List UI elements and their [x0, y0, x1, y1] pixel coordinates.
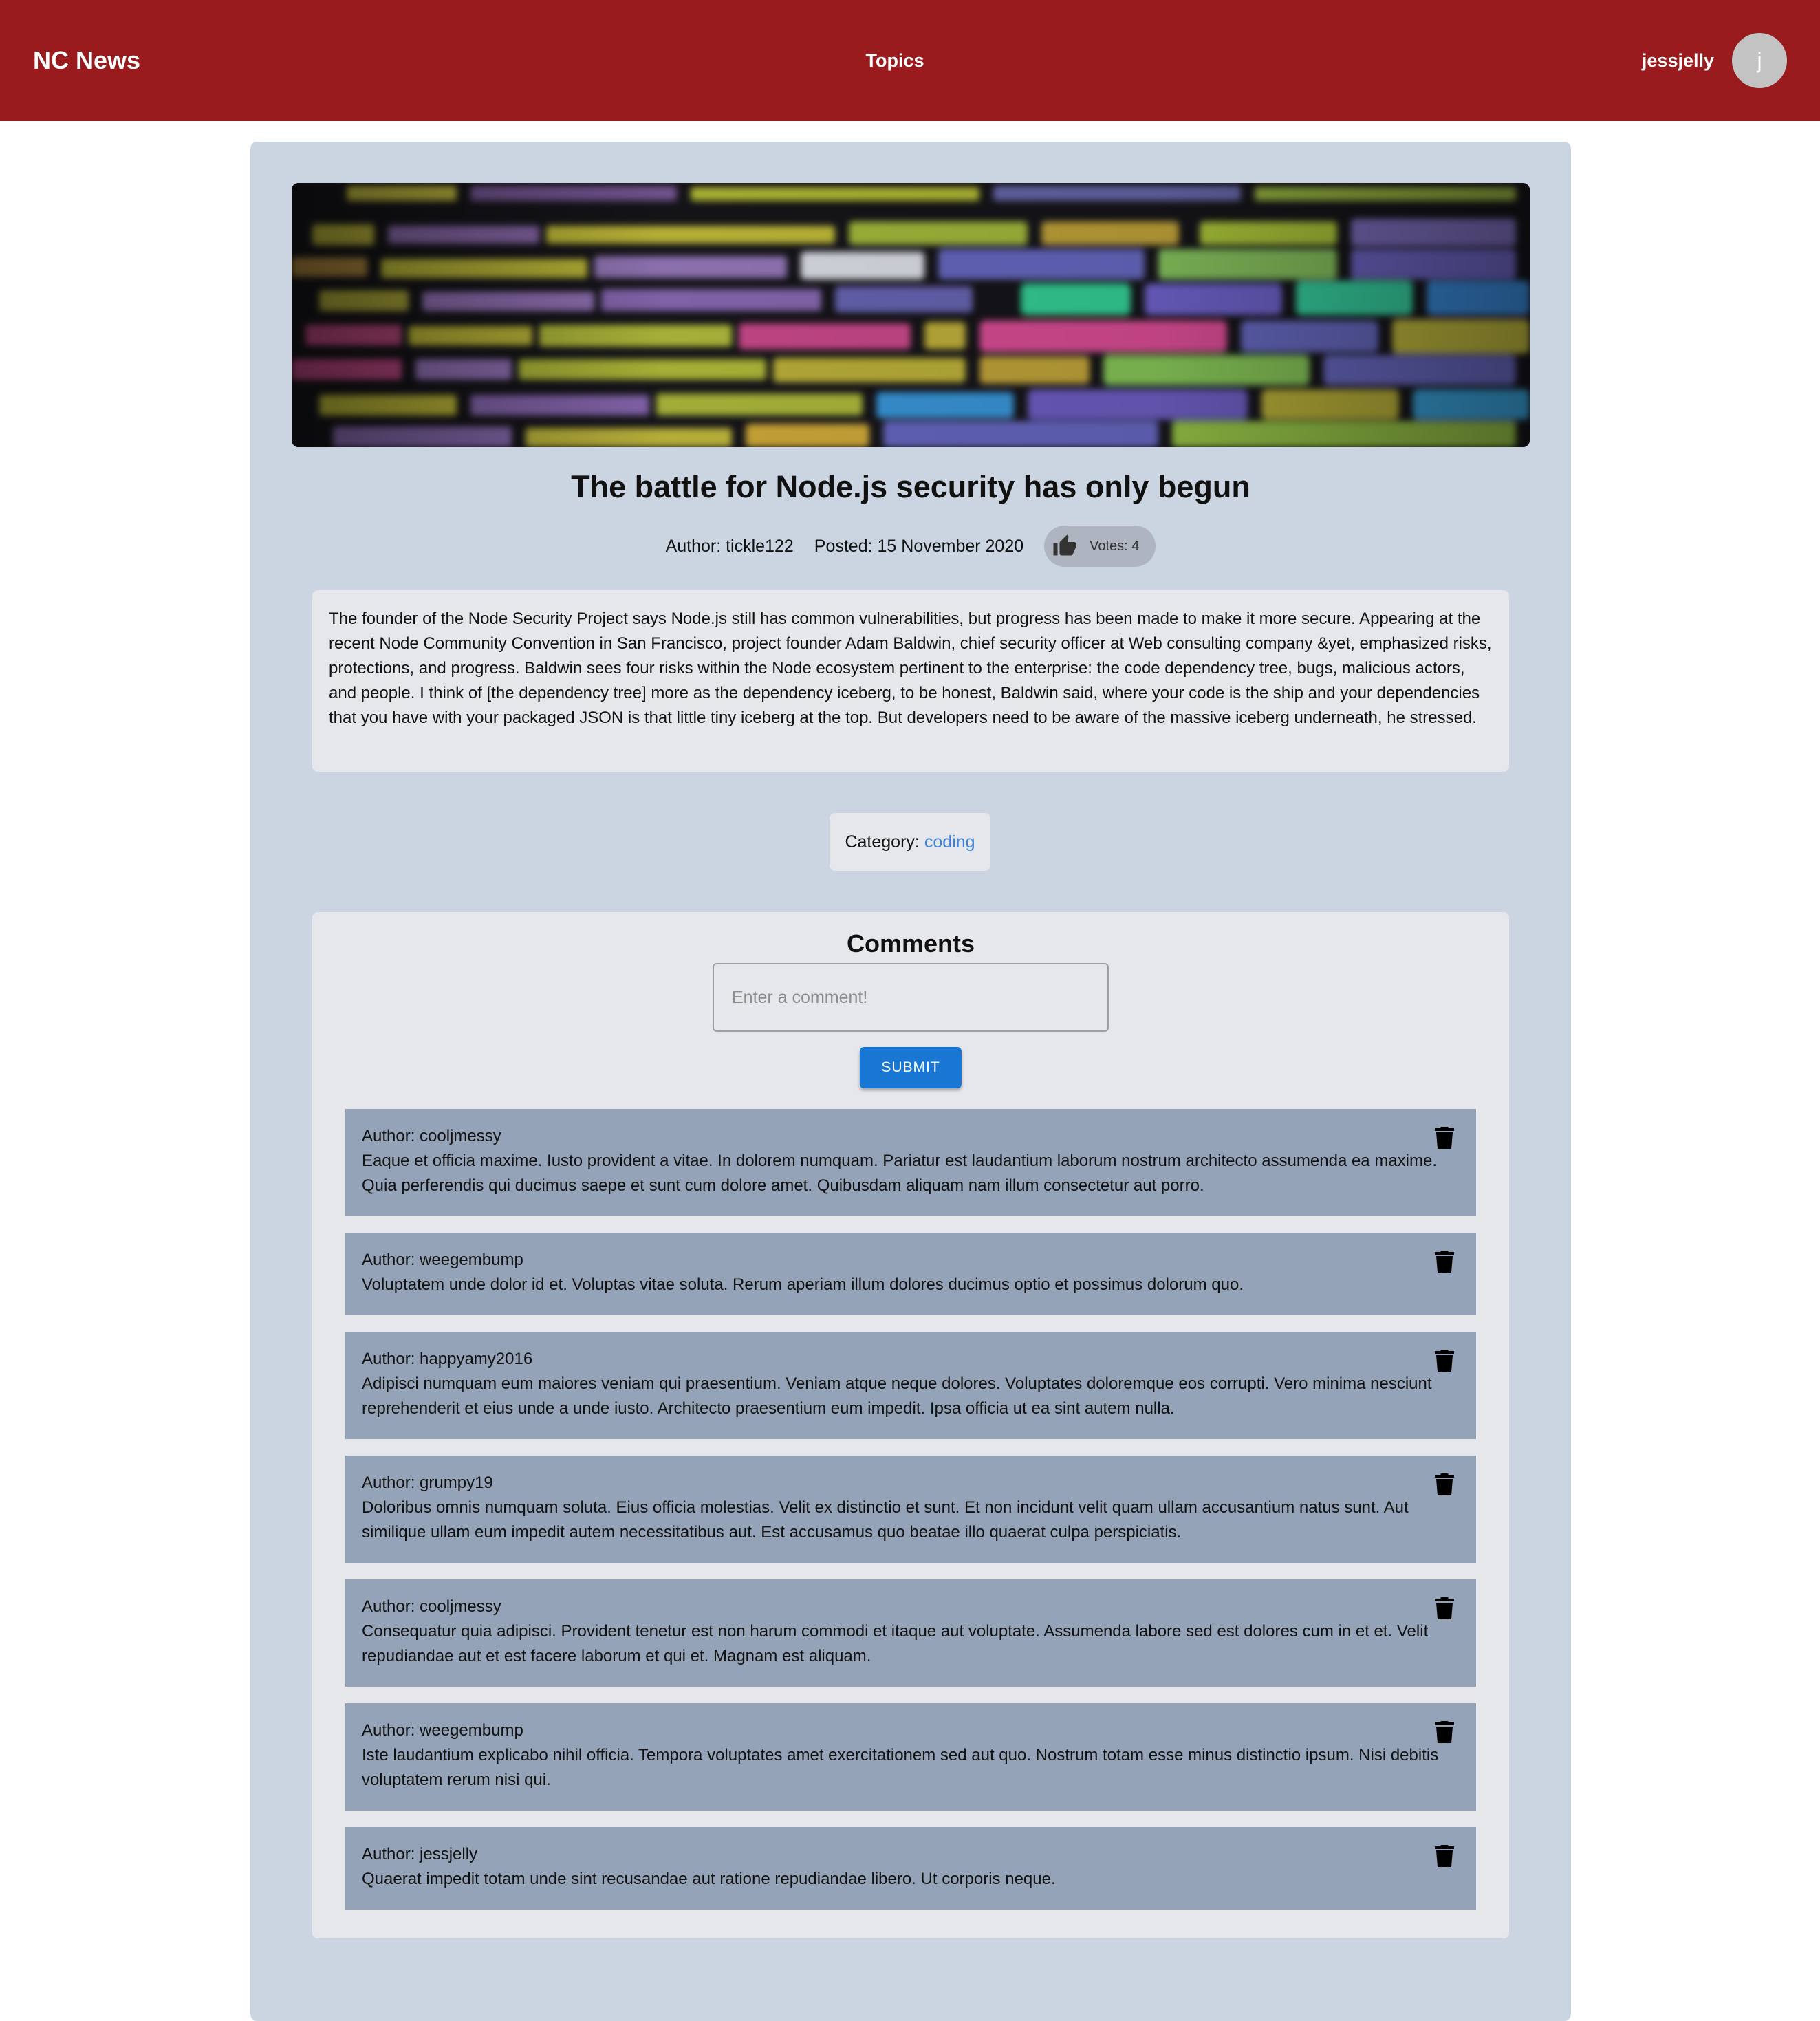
username-link[interactable]: jessjelly: [1642, 48, 1714, 73]
category-link[interactable]: coding: [924, 832, 975, 852]
trash-icon[interactable]: [1435, 1721, 1454, 1743]
vote-button[interactable]: Votes: 4: [1044, 526, 1156, 567]
comment-author: Author: happyamy2016: [362, 1350, 533, 1368]
comment-body: Voluptatem unde dolor id et. Voluptas vi…: [362, 1275, 1244, 1294]
brand-logo-link[interactable]: NC News: [33, 44, 140, 77]
comment-body: Consequatur quia adipisci. Provident ten…: [362, 1622, 1429, 1665]
article-card: The battle for Node.js security has only…: [250, 142, 1571, 2021]
comment-item: Author: weegembump Iste laudantium expli…: [345, 1703, 1476, 1811]
comment-item: Author: cooljmessy Eaque et officia maxi…: [345, 1109, 1476, 1216]
article-posted-date: Posted: 15 November 2020: [814, 536, 1024, 556]
comment-item: Author: jessjelly Quaerat impedit totam …: [345, 1827, 1476, 1910]
comment-item: Author: cooljmessy Consequatur quia adip…: [345, 1579, 1476, 1687]
trash-icon[interactable]: [1435, 1597, 1454, 1619]
comment-body: Eaque et officia maxime. Iusto provident…: [362, 1152, 1437, 1195]
trash-icon[interactable]: [1435, 1845, 1454, 1867]
article-author: Author: tickle122: [665, 536, 794, 556]
vote-count: Votes: 4: [1090, 538, 1140, 554]
topics-nav-link[interactable]: Topics: [862, 48, 928, 73]
comment-body: Quaerat impedit totam unde sint recusand…: [362, 1870, 1056, 1888]
comment-item: Author: weegembump Voluptatem unde dolor…: [345, 1233, 1476, 1315]
comment-item: Author: grumpy19 Doloribus omnis numquam…: [345, 1456, 1476, 1563]
article-meta: Author: tickle122 Posted: 15 November 20…: [250, 526, 1571, 567]
comment-input[interactable]: [713, 963, 1109, 1032]
comment-author: Author: cooljmessy: [362, 1127, 501, 1145]
article-body: The founder of the Node Security Project…: [312, 590, 1509, 772]
article-title: The battle for Node.js security has only…: [571, 469, 1250, 504]
comment-body: Iste laudantium explicabo nihil officia.…: [362, 1746, 1439, 1789]
comments-section: Comments SUBMIT Author: cooljmessy Eaque…: [312, 912, 1509, 1938]
category-box: Category: coding: [830, 813, 990, 871]
comment-body: Adipisci numquam eum maiores veniam qui …: [362, 1374, 1432, 1418]
user-avatar[interactable]: j: [1732, 33, 1787, 88]
top-navigation-bar: NC News Topics jessjelly j: [0, 0, 1820, 121]
comment-author: Author: weegembump: [362, 1251, 523, 1269]
submit-comment-button[interactable]: SUBMIT: [860, 1047, 962, 1088]
comment-author: Author: cooljmessy: [362, 1597, 501, 1616]
comment-item: Author: happyamy2016 Adipisci numquam eu…: [345, 1332, 1476, 1439]
comment-author: Author: weegembump: [362, 1721, 523, 1740]
trash-icon[interactable]: [1435, 1350, 1454, 1372]
category-label: Category:: [845, 832, 920, 852]
comment-body: Doloribus omnis numquam soluta. Eius off…: [362, 1498, 1409, 1542]
comment-author: Author: jessjelly: [362, 1845, 478, 1863]
comments-heading: Comments: [846, 929, 975, 958]
thumb-up-icon: [1053, 534, 1076, 556]
article-hero-image: [292, 183, 1530, 447]
trash-icon[interactable]: [1435, 1473, 1454, 1495]
comment-author: Author: grumpy19: [362, 1473, 493, 1492]
trash-icon[interactable]: [1435, 1251, 1454, 1273]
code-screenshot-image: [292, 183, 1530, 447]
trash-icon[interactable]: [1435, 1127, 1454, 1149]
